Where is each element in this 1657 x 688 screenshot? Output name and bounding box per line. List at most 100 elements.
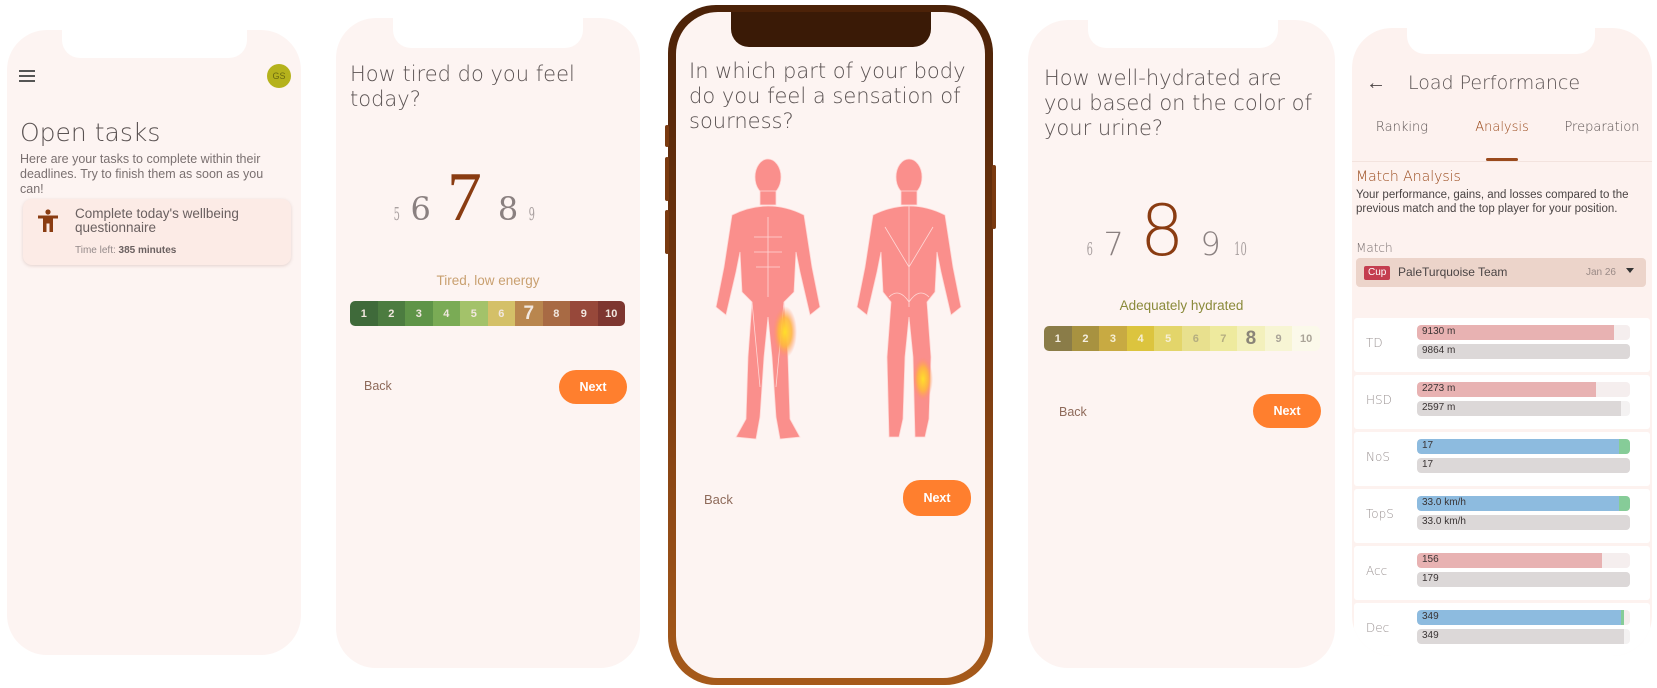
phone-notch bbox=[393, 18, 583, 48]
scale-label: Adequately hydrated bbox=[1119, 298, 1244, 313]
body-map[interactable] bbox=[696, 157, 966, 457]
current-value-label: 33.0 km/h bbox=[1422, 497, 1466, 508]
picker-selected-value[interactable]: 7 bbox=[447, 158, 482, 238]
tab-preparation[interactable]: Preparation bbox=[1552, 120, 1652, 161]
scale-option[interactable]: 2 bbox=[377, 301, 405, 326]
question-title: How well-hydrated are you based on the c… bbox=[1044, 66, 1312, 140]
scale-option[interactable]: 9 bbox=[570, 301, 598, 326]
scale-option[interactable]: 10 bbox=[1292, 326, 1320, 351]
tiredness-scale[interactable]: 1 2 3 4 5 6 7 8 9 10 bbox=[350, 301, 625, 326]
back-button[interactable]: Back bbox=[704, 492, 733, 507]
phone-tasks-screen: GS Open tasks Here are your tasks to com… bbox=[7, 30, 301, 655]
next-button[interactable]: Next bbox=[1253, 394, 1321, 428]
chevron-down-icon bbox=[1626, 268, 1634, 273]
phone-notch bbox=[62, 30, 247, 58]
question-title: In which part of your body do you feel a… bbox=[689, 59, 966, 133]
scale-option[interactable]: 9 bbox=[1264, 326, 1293, 351]
scale-option[interactable]: 5 bbox=[1154, 326, 1182, 351]
soreness-hotspot-back[interactable] bbox=[913, 357, 933, 401]
match-label: Match bbox=[1356, 241, 1393, 255]
metric-name: TD bbox=[1366, 336, 1383, 350]
reference-value-fill bbox=[1417, 458, 1630, 473]
picker-option[interactable]: 9 bbox=[1200, 225, 1220, 263]
reference-value-label: 33.0 km/h bbox=[1422, 516, 1466, 527]
gain-delta-fill bbox=[1621, 610, 1624, 625]
picker-option[interactable]: 8 bbox=[498, 190, 518, 228]
phone-side-button bbox=[992, 165, 996, 229]
scale-option[interactable]: 4 bbox=[1126, 326, 1155, 351]
match-select[interactable]: Cup PaleTurquoise Team Jan 26 bbox=[1356, 258, 1646, 287]
phone-performance-screen: ← Load Performance Ranking Analysis Prep… bbox=[1352, 28, 1652, 656]
soreness-hotspot-front[interactable] bbox=[773, 306, 797, 358]
back-button[interactable]: Back bbox=[364, 379, 392, 393]
scale-option[interactable]: 4 bbox=[432, 301, 460, 326]
metric-name: Dec bbox=[1366, 621, 1390, 635]
picker-option[interactable]: 7 bbox=[1103, 225, 1123, 263]
task-time-left: Time left: 385 minutes bbox=[75, 245, 176, 256]
reference-value-bar: 9864 m bbox=[1417, 344, 1630, 359]
scale-option[interactable]: 8 bbox=[1237, 326, 1265, 351]
picker-option[interactable]: 10 bbox=[1234, 239, 1247, 260]
current-value-bar: 349 bbox=[1417, 610, 1630, 625]
phone-soreness-screen: In which part of your body do you feel a… bbox=[676, 12, 985, 678]
scale-option[interactable]: 1 bbox=[350, 301, 378, 326]
back-body-figure[interactable] bbox=[856, 158, 962, 438]
phone-side-button bbox=[665, 125, 669, 147]
tab-ranking[interactable]: Ranking bbox=[1352, 120, 1452, 161]
picker-option[interactable]: 6 bbox=[1087, 239, 1093, 260]
avatar[interactable]: GS bbox=[267, 64, 291, 88]
phone-notch bbox=[731, 12, 931, 47]
reference-value-fill bbox=[1417, 629, 1624, 644]
reference-value-fill bbox=[1417, 572, 1630, 587]
scale-option[interactable]: 7 bbox=[515, 301, 543, 326]
number-picker[interactable]: 6 7 8 9 10 bbox=[1084, 190, 1252, 272]
phone-notch bbox=[1088, 20, 1278, 48]
front-body-figure[interactable] bbox=[715, 158, 821, 440]
tab-analysis[interactable]: Analysis bbox=[1452, 120, 1552, 161]
picker-option[interactable]: 9 bbox=[529, 204, 535, 225]
current-value-fill bbox=[1417, 439, 1620, 454]
metric-row: NoS 17 17 bbox=[1354, 432, 1650, 486]
number-picker[interactable]: 5 6 7 8 9 bbox=[391, 158, 538, 238]
scale-option[interactable]: 3 bbox=[405, 301, 433, 326]
metric-row: Dec 349 349 bbox=[1354, 603, 1650, 656]
time-left-value: 385 minutes bbox=[118, 245, 177, 256]
phone-tiredness-screen: How tired do you feel today? 5 6 7 8 9 T… bbox=[336, 18, 640, 668]
next-button[interactable]: Next bbox=[903, 480, 971, 516]
metric-row: Acc 156 179 bbox=[1354, 546, 1650, 600]
phone-side-button bbox=[665, 210, 669, 254]
current-value-fill bbox=[1417, 553, 1603, 568]
time-left-label: Time left: bbox=[75, 245, 116, 256]
phone-notch bbox=[1407, 28, 1595, 54]
scale-option[interactable]: 8 bbox=[542, 301, 570, 326]
back-button[interactable]: Back bbox=[1059, 405, 1087, 419]
picker-selected-value[interactable]: 8 bbox=[1140, 190, 1185, 272]
reference-value-bar: 33.0 km/h bbox=[1417, 515, 1630, 530]
current-value-label: 2273 m bbox=[1422, 383, 1456, 394]
picker-option[interactable]: 6 bbox=[410, 190, 430, 228]
reference-value-bar: 349 bbox=[1417, 629, 1630, 644]
scale-option[interactable]: 5 bbox=[460, 301, 488, 326]
scale-option[interactable]: 7 bbox=[1209, 326, 1238, 351]
reference-value-label: 2597 m bbox=[1422, 402, 1456, 413]
task-title: Complete today's wellbeing questionnaire bbox=[75, 206, 239, 235]
current-value-label: 156 bbox=[1422, 554, 1439, 565]
back-arrow-icon[interactable]: ← bbox=[1366, 72, 1386, 95]
next-button[interactable]: Next bbox=[559, 370, 627, 404]
hamburger-menu-icon[interactable] bbox=[19, 70, 35, 82]
scale-option[interactable]: 6 bbox=[1181, 326, 1210, 351]
scale-option[interactable]: 3 bbox=[1099, 326, 1127, 351]
reference-value-bar: 2597 m bbox=[1417, 401, 1630, 416]
scale-option[interactable]: 1 bbox=[1044, 326, 1072, 351]
scale-option[interactable]: 10 bbox=[597, 301, 625, 326]
scale-option[interactable]: 6 bbox=[487, 301, 515, 326]
hydration-scale[interactable]: 1 2 3 4 5 6 7 8 9 10 bbox=[1044, 326, 1320, 351]
picker-option[interactable]: 5 bbox=[394, 204, 400, 225]
scale-option[interactable]: 2 bbox=[1071, 326, 1100, 351]
phone-side-button bbox=[665, 157, 669, 201]
metric-row: TopS 33.0 km/h 33.0 km/h bbox=[1354, 489, 1650, 543]
page-title: Load Performance bbox=[1408, 72, 1581, 94]
metrics-list: TD 9130 m 9864 m HSD 2273 m 2597 m NoS 17 17 TopS… bbox=[1354, 318, 1650, 656]
task-card[interactable]: Complete today's wellbeing questionnaire… bbox=[23, 199, 291, 265]
page-subtitle: Here are your tasks to complete within t… bbox=[20, 152, 264, 196]
